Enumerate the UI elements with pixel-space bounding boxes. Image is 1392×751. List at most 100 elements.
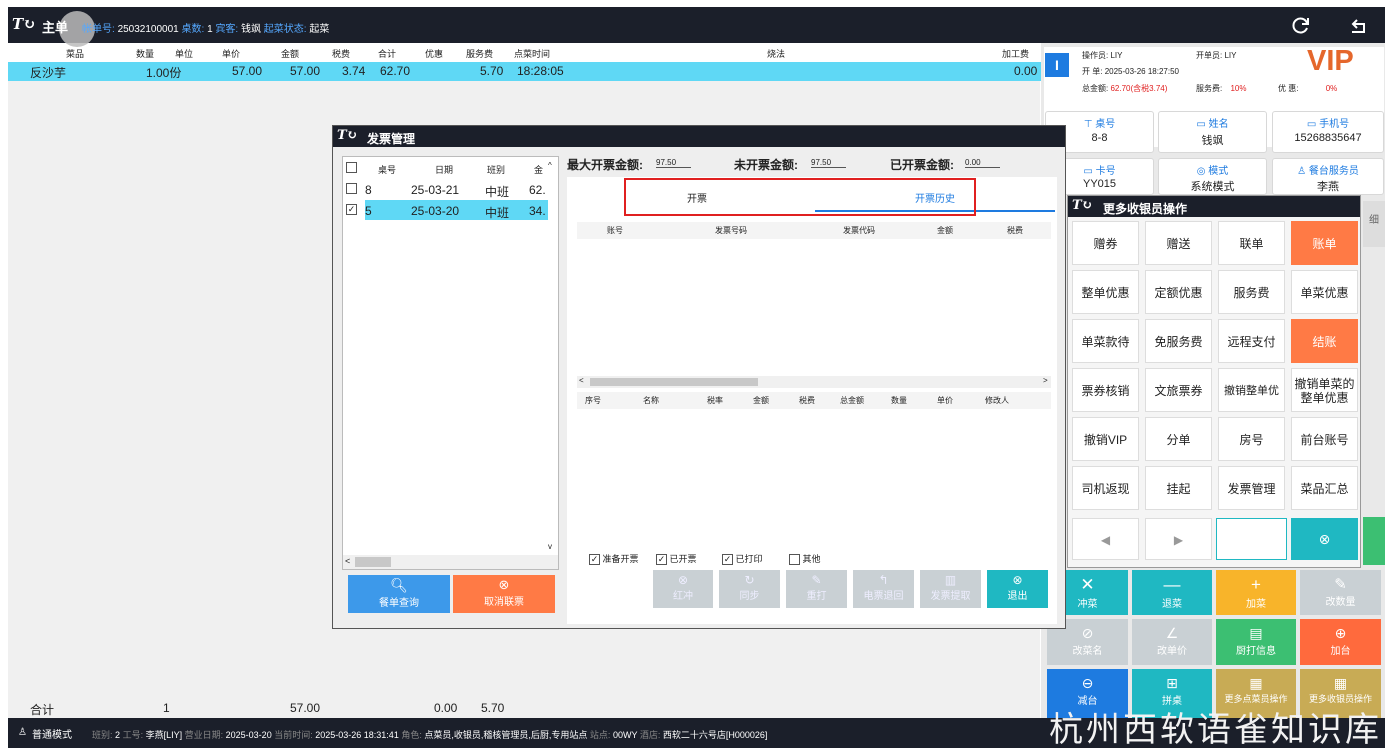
wrench-icon: ✎ (1334, 576, 1347, 593)
apps-icon: ▦ (1249, 675, 1263, 691)
popup-button[interactable]: 票券核销 (1072, 368, 1139, 412)
scroll-down-icon[interactable]: v (548, 542, 552, 551)
close-button[interactable]: ⊗ (1291, 518, 1358, 560)
search-icon: 🔍︎ (390, 577, 408, 593)
popup-button[interactable]: 赠送 (1145, 221, 1212, 265)
prev-button[interactable]: ◀ (1072, 518, 1139, 560)
filter-printed[interactable]: ✓ 已打印 (722, 552, 763, 566)
return-icon: ↰ (878, 573, 889, 587)
red-flush-button[interactable]: ⊗ 红冲 (653, 570, 713, 608)
popup-button[interactable]: 免服务费 (1145, 319, 1212, 363)
popup-button[interactable]: 远程支付 (1218, 319, 1285, 363)
sync-button[interactable]: ↻ 同步 (719, 570, 780, 608)
scroll-thumb[interactable] (590, 378, 758, 386)
green-button-partial[interactable] (1363, 517, 1385, 565)
exit-button[interactable]: ⊗ 退出 (987, 570, 1048, 608)
col-service: 服务费 (466, 49, 494, 59)
popup-button[interactable]: 前台账号 (1291, 417, 1358, 461)
cancel-link-button[interactable]: ⊗ 取消联票 (453, 575, 555, 613)
popup-button[interactable]: 结账 (1291, 319, 1358, 363)
highlight-box (624, 178, 976, 216)
invoice-main-panel: 开票 开票历史 账号 发票号码 发票代码 金额 税费 < > 序号 名称 税率 … (567, 177, 1057, 624)
popup-button[interactable]: 撤销单菜的整单优惠 (1291, 368, 1358, 412)
popup-button[interactable]: 菜品汇总 (1291, 466, 1358, 510)
tile-add-table[interactable]: ⊕ 加台 (1300, 619, 1381, 665)
mode-label: 普通模式 (32, 730, 72, 741)
list-item[interactable]: ✓ 5 25-03-20 中班 34. (343, 200, 548, 220)
tile-return-dish[interactable]: — 退菜 (1132, 570, 1212, 615)
scroll-up-icon[interactable]: ^ (548, 161, 552, 170)
back-icon[interactable] (1349, 15, 1369, 35)
popup-button[interactable]: 联单 (1218, 221, 1285, 265)
popup-button[interactable]: 撤销整单优惠 (1218, 368, 1285, 441)
detail-button-partial[interactable]: 细 (1363, 201, 1385, 247)
popup-button[interactable]: 单菜优惠 (1291, 270, 1358, 314)
col-total: 合计 (378, 49, 397, 59)
plus-icon: + (1251, 575, 1261, 594)
col-dish: 菜品 (66, 49, 85, 59)
popup-button[interactable]: 房号 (1218, 417, 1285, 461)
popup-buttons: 赠券 赠送 联单 账单整单优惠 定额优惠 服务费 单菜优惠单菜款待 免服务费 远程支付 结账票券核… (1072, 221, 1358, 521)
card-mode[interactable]: ◎ 模式 系统模式 (1158, 158, 1267, 195)
card-phone[interactable]: ▭ 手机号 15268835647 (1272, 111, 1384, 153)
h-scrollbar[interactable]: < (343, 555, 558, 569)
scroll-left-icon[interactable]: < (579, 376, 584, 385)
card-waiter[interactable]: ♙ 餐台服务员 李燕 (1272, 158, 1384, 195)
row-service: 5.70 (480, 64, 504, 78)
popup-button[interactable]: 赠券 (1072, 221, 1139, 265)
user-icon: ♙ (18, 727, 27, 738)
page-input[interactable] (1216, 518, 1287, 560)
row-name: 反沙芋 (30, 66, 67, 80)
left-arrow-icon: ◀ (1100, 533, 1111, 547)
popup-button[interactable]: 司机返现 (1072, 466, 1139, 510)
popup-button[interactable]: 挂起 (1145, 466, 1212, 510)
popup-button[interactable]: 单菜款待 (1072, 319, 1139, 363)
card-name[interactable]: ▭ 姓名 钱飒 (1158, 111, 1267, 153)
col-qty: 数量 (136, 49, 155, 59)
popup-button[interactable]: 发票管理 (1218, 466, 1285, 510)
order-query-button[interactable]: 🔍︎ 餐单查询 (348, 575, 450, 613)
dialog-header: T↻ 发票管理 (333, 126, 1065, 147)
scroll-thumb[interactable] (355, 557, 391, 567)
more-cashier-popup: T↻ 更多收银员操作 赠券 赠送 联单 账单 整单优惠 定额优惠 服务费 单菜优惠 单菜款待 免服… (1067, 195, 1361, 568)
tile-change-qty[interactable]: ✎ 改数量 (1300, 570, 1381, 615)
col-tax: 税费 (332, 49, 351, 59)
popup-button[interactable]: 账单 (1291, 221, 1358, 265)
popup-button[interactable]: 服务费 (1218, 270, 1285, 314)
row-tax: 3.74 (342, 64, 366, 78)
close-circle-icon: ⊗ (1012, 573, 1023, 587)
sum-discount: 0.00 (434, 701, 458, 715)
refresh-icon[interactable] (1291, 15, 1311, 35)
next-button[interactable]: ▶ (1145, 518, 1212, 560)
reprint-button[interactable]: ✎ 重打 (786, 570, 847, 608)
popup-button[interactable]: 整单优惠 (1072, 270, 1139, 314)
col-time: 点菜时间 (514, 49, 551, 59)
list-item[interactable]: 8 25-03-21 中班 62. (343, 179, 548, 199)
scroll-right-icon[interactable]: > (1043, 376, 1048, 385)
invoice-extract-button[interactable]: ▥ 发票提取 (920, 570, 981, 608)
col-fee: 加工费 (1002, 49, 1030, 59)
tile-change-price[interactable]: ∠ 改单价 (1132, 619, 1212, 665)
close-circle-icon: ⊗ (498, 577, 510, 592)
popup-button[interactable]: 撤销VIP (1072, 417, 1139, 461)
tile-add-dish[interactable]: + 加菜 (1216, 570, 1296, 615)
sum-service: 5.70 (481, 701, 505, 715)
e-invoice-return-button[interactable]: ↰ 电票退回 (853, 570, 914, 608)
printer-icon: ▤ (1249, 625, 1263, 641)
grid1-scrollbar[interactable]: < > (577, 376, 1051, 388)
popup-button[interactable]: 定额优惠 (1145, 270, 1212, 314)
select-all-checkbox[interactable] (346, 161, 357, 173)
app-logo-icon: T↻ (1072, 198, 1093, 213)
popup-button[interactable]: 文旅票券 (1145, 368, 1212, 412)
app-logo-icon: T↻ (337, 128, 358, 143)
filter-issued[interactable]: ✓ 已开票 (656, 552, 697, 566)
scroll-left-icon[interactable]: < (345, 556, 350, 566)
filter-ready[interactable]: ✓ 准备开票 (589, 552, 639, 566)
popup-button[interactable]: 分单 (1145, 417, 1212, 461)
row-amount: 57.00 (290, 64, 321, 78)
vip-label: VIP (1307, 45, 1354, 77)
close-circle-icon: ⊗ (677, 573, 689, 587)
grid1-header (577, 222, 1051, 239)
filter-other[interactable]: 其他 (789, 552, 821, 566)
tile-kitchen-print[interactable]: ▤ 厨打信息 (1216, 619, 1296, 665)
